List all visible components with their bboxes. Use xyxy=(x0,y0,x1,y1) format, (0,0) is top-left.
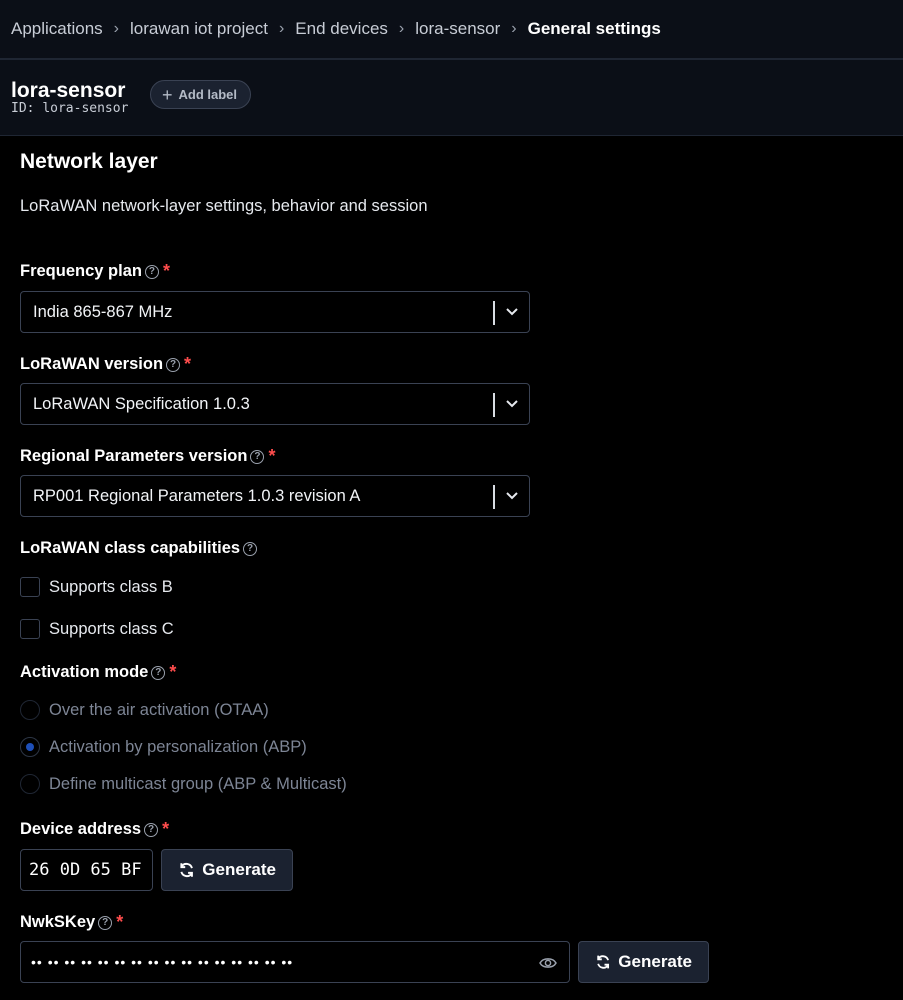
breadcrumb-current: General settings xyxy=(527,19,661,38)
refresh-icon xyxy=(597,955,610,969)
frequency-plan-select[interactable]: India 865-867 MHz xyxy=(20,291,530,333)
help-icon[interactable]: ? xyxy=(151,665,166,680)
generate-label: Generate xyxy=(618,952,692,971)
help-icon[interactable]: ? xyxy=(250,449,265,464)
device-address-input[interactable]: 26 0D 65 BF xyxy=(20,849,153,891)
chevron-right-icon: › xyxy=(278,20,285,37)
activation-abp-radio-row[interactable]: Activation by personalization (ABP) xyxy=(20,737,307,757)
radio-selected-dot xyxy=(26,743,34,751)
breadcrumb-application[interactable]: lorawan iot project xyxy=(130,19,268,39)
plus-icon: + xyxy=(162,84,173,105)
class-capabilities-label: LoRaWAN class capabilities ? xyxy=(20,539,258,558)
frequency-plan-label: Frequency plan ? * xyxy=(20,261,170,282)
regional-params-label: Regional Parameters version ? * xyxy=(20,446,275,467)
activation-otaa-label: Over the air activation (OTAA) xyxy=(49,700,269,719)
class-b-label: Supports class B xyxy=(49,577,173,596)
activation-abp-label: Activation by personalization (ABP) xyxy=(49,737,307,756)
chevron-down-icon xyxy=(506,308,518,316)
section-description: LoRaWAN network-layer settings, behavior… xyxy=(20,197,428,215)
device-address-generate-button[interactable]: Generate xyxy=(161,849,293,891)
chevron-down-icon xyxy=(506,492,518,500)
chevron-right-icon: › xyxy=(113,20,119,37)
help-icon[interactable]: ? xyxy=(98,915,113,930)
device-id: ID: lora-sensor xyxy=(11,101,128,116)
frequency-plan-value: India 865-867 MHz xyxy=(33,302,173,321)
device-id-value: lora-sensor xyxy=(42,101,129,116)
required-marker: * xyxy=(116,912,124,932)
activation-abp-radio[interactable] xyxy=(20,737,40,757)
regional-params-select[interactable]: RP001 Regional Parameters 1.0.3 revision… xyxy=(20,475,530,517)
help-icon[interactable]: ? xyxy=(144,822,159,837)
activation-mode-label-text: Activation mode xyxy=(20,663,149,681)
activation-otaa-radio-row[interactable]: Over the air activation (OTAA) xyxy=(20,700,269,720)
lorawan-version-value: LoRaWAN Specification 1.0.3 xyxy=(33,394,250,413)
activation-multicast-radio[interactable] xyxy=(20,774,40,794)
nwkskey-generate-button[interactable]: Generate xyxy=(578,941,709,983)
required-marker: * xyxy=(162,819,170,839)
select-divider xyxy=(493,301,495,325)
activation-mode-label: Activation mode ? * xyxy=(20,662,176,683)
nwkskey-label-text: NwkSKey xyxy=(20,913,96,931)
lorawan-version-label-text: LoRaWAN version xyxy=(20,355,164,373)
chevron-down-icon xyxy=(506,400,518,408)
activation-otaa-radio[interactable] xyxy=(20,700,40,720)
help-icon[interactable]: ? xyxy=(166,357,181,372)
select-divider xyxy=(493,485,495,509)
breadcrumb-device[interactable]: lora-sensor xyxy=(415,19,500,39)
required-marker: * xyxy=(162,261,170,281)
section-title: Network layer xyxy=(20,150,158,173)
class-c-checkbox[interactable] xyxy=(20,619,40,639)
nwkskey-label: NwkSKey ? * xyxy=(20,912,123,933)
required-marker: * xyxy=(184,354,192,374)
device-id-label: ID: xyxy=(11,101,35,116)
help-icon[interactable]: ? xyxy=(144,264,159,279)
add-label-button[interactable]: + Add label xyxy=(150,80,252,109)
chevron-right-icon: › xyxy=(511,20,517,37)
lorawan-version-select[interactable]: LoRaWAN Specification 1.0.3 xyxy=(20,383,530,425)
class-b-checkbox[interactable] xyxy=(20,577,40,597)
frequency-plan-label-text: Frequency plan xyxy=(20,262,142,280)
class-c-label: Supports class C xyxy=(49,619,174,638)
device-header: lora-sensor ID: lora-sensor + Add label xyxy=(0,60,903,136)
breadcrumb-applications[interactable]: Applications xyxy=(11,19,103,39)
activation-multicast-radio-row[interactable]: Define multicast group (ABP & Multicast) xyxy=(20,774,347,794)
chevron-right-icon: › xyxy=(398,20,405,37)
required-marker: * xyxy=(268,446,276,466)
class-c-checkbox-row[interactable]: Supports class C xyxy=(20,619,174,639)
select-divider xyxy=(493,393,495,417)
refresh-icon xyxy=(180,862,193,878)
regional-params-label-text: Regional Parameters version xyxy=(20,447,248,465)
lorawan-version-label: LoRaWAN version ? * xyxy=(20,354,191,375)
help-icon[interactable]: ? xyxy=(243,541,258,556)
nwkskey-input[interactable]: •• •• •• •• •• •• •• •• •• •• •• •• •• •… xyxy=(20,941,570,983)
activation-multicast-label: Define multicast group (ABP & Multicast) xyxy=(49,774,347,793)
add-label-text: Add label xyxy=(178,87,238,102)
nwkskey-masked-value: •• •• •• •• •• •• •• •• •• •• •• •• •• •… xyxy=(31,954,294,970)
device-address-label-text: Device address xyxy=(20,820,142,838)
regional-params-value: RP001 Regional Parameters 1.0.3 revision… xyxy=(33,486,361,505)
generate-label: Generate xyxy=(202,860,276,879)
eye-icon[interactable] xyxy=(539,954,557,972)
device-title: lora-sensor xyxy=(11,79,126,102)
class-b-checkbox-row[interactable]: Supports class B xyxy=(20,577,173,597)
breadcrumb: Applications › lorawan iot project › End… xyxy=(0,0,903,58)
device-address-label: Device address ? * xyxy=(20,819,169,840)
class-capabilities-label-text: LoRaWAN class capabilities xyxy=(20,539,241,557)
breadcrumb-end-devices[interactable]: End devices xyxy=(295,19,388,39)
required-marker: * xyxy=(169,662,177,682)
